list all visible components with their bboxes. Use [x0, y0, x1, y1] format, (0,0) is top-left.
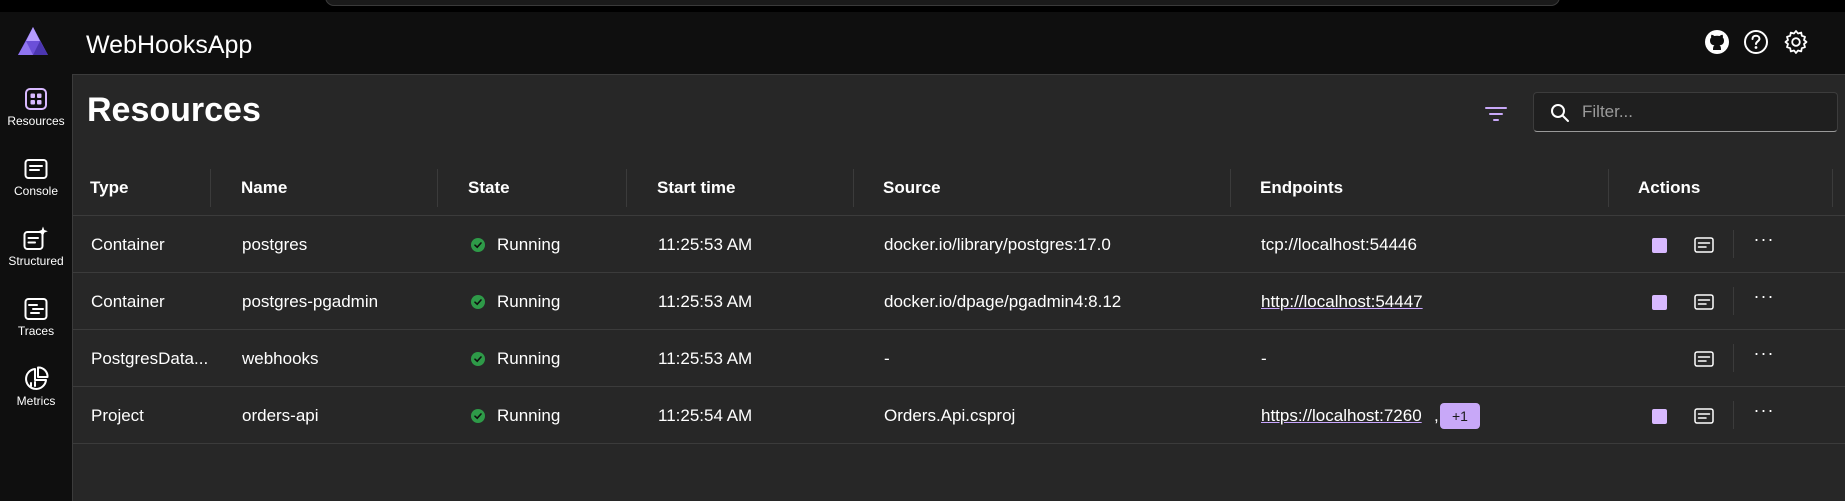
stop-button[interactable]	[1652, 238, 1667, 253]
header-name[interactable]: Name	[241, 178, 287, 198]
metrics-icon	[23, 366, 49, 392]
column-divider[interactable]	[853, 169, 854, 207]
sidebar-item-structured[interactable]: Structured	[0, 214, 72, 282]
console-icon	[23, 156, 49, 182]
cell-state: Running	[497, 349, 561, 368]
settings-icon[interactable]	[1782, 28, 1810, 56]
header-endpoints[interactable]: Endpoints	[1260, 178, 1343, 198]
actions-divider	[1733, 401, 1734, 429]
cell-endpoint: tcp://localhost:54446	[1261, 235, 1417, 254]
filter-icon	[1485, 107, 1507, 121]
cell-source: docker.io/dpage/pgadmin4:8.12	[884, 292, 1122, 311]
more-actions-button[interactable]: ···	[1752, 344, 1776, 368]
console-logs-icon[interactable]	[1694, 293, 1714, 311]
sidebar-item-traces[interactable]: Traces	[0, 284, 72, 352]
cell-name: orders-api	[242, 406, 319, 425]
search-input[interactable]	[1582, 99, 1822, 125]
resources-table: Type Name State Start time Source Endpoi…	[73, 159, 1845, 444]
sidebar-item-label: Resources	[7, 114, 65, 128]
filter-button[interactable]	[1481, 99, 1511, 129]
cell-state: Running	[497, 406, 561, 425]
endpoint-link[interactable]: https://localhost:7260	[1261, 406, 1422, 426]
cell-name: webhooks	[242, 349, 319, 368]
column-divider[interactable]	[437, 169, 438, 207]
more-actions-button[interactable]: ···	[1752, 401, 1776, 425]
stop-button[interactable]	[1652, 409, 1667, 424]
running-status-icon	[471, 295, 485, 309]
cell-type: Container	[91, 292, 165, 311]
table-header: Type Name State Start time Source Endpoi…	[73, 159, 1845, 216]
more-endpoints-badge[interactable]: +1	[1440, 403, 1480, 429]
table-row[interactable]: Container postgres Running 11:25:53 AM d…	[73, 216, 1845, 273]
table-row[interactable]: Container postgres-pgadmin Running 11:25…	[73, 273, 1845, 330]
sidebar-item-label: Structured	[8, 254, 64, 268]
sidebar-item-label: Traces	[17, 324, 55, 338]
sidebar-item-console[interactable]: Console	[0, 144, 72, 212]
header-source[interactable]: Source	[883, 178, 941, 198]
running-status-icon	[471, 352, 485, 366]
cell-type: PostgresData...	[91, 349, 209, 368]
resources-icon	[23, 86, 49, 112]
structured-icon	[23, 226, 49, 252]
cell-type: Container	[91, 235, 165, 254]
help-icon[interactable]	[1742, 28, 1770, 56]
column-divider[interactable]	[626, 169, 627, 207]
table-row[interactable]: PostgresData... webhooks Running 11:25:5…	[73, 330, 1845, 387]
column-divider[interactable]	[1832, 169, 1833, 207]
cell-type: Project	[91, 406, 144, 425]
cell-state: Running	[497, 292, 561, 311]
running-status-icon	[471, 238, 485, 252]
sidebar-item-label: Console	[13, 184, 59, 198]
header-type[interactable]: Type	[90, 178, 128, 198]
browser-strip	[0, 0, 1845, 12]
cell-source: Orders.Api.csproj	[884, 406, 1016, 425]
cell-start-time: 11:25:53 AM	[658, 349, 753, 368]
stop-button[interactable]	[1652, 295, 1667, 310]
cell-start-time: 11:25:54 AM	[658, 406, 753, 425]
sidebar-item-resources[interactable]: Resources	[0, 74, 72, 142]
top-bar: WebHooksApp	[0, 12, 1845, 74]
actions-divider	[1733, 230, 1734, 258]
endpoint-separator: ,	[1434, 406, 1439, 425]
header-state[interactable]: State	[468, 178, 510, 198]
actions-divider	[1733, 344, 1734, 372]
main-panel: Resources Type Name State	[72, 74, 1845, 501]
console-logs-icon[interactable]	[1694, 236, 1714, 254]
table-row[interactable]: Project orders-api Running 11:25:54 AM O…	[73, 387, 1845, 444]
cell-source: docker.io/library/postgres:17.0	[884, 235, 1111, 254]
search-icon	[1551, 104, 1569, 122]
column-divider[interactable]	[1230, 169, 1231, 207]
sidebar-item-label: Metrics	[16, 394, 56, 408]
cell-source: -	[884, 349, 890, 368]
cell-name: postgres-pgadmin	[242, 292, 379, 311]
page-title: Resources	[87, 91, 261, 129]
cell-state: Running	[497, 235, 561, 254]
cell-start-time: 11:25:53 AM	[658, 292, 753, 311]
endpoint-link[interactable]: http://localhost:54447	[1261, 292, 1423, 312]
header-start-time[interactable]: Start time	[657, 178, 735, 198]
github-icon[interactable]	[1703, 28, 1731, 56]
console-logs-icon[interactable]	[1694, 350, 1714, 368]
cell-endpoint: -	[1261, 349, 1267, 368]
actions-divider	[1733, 287, 1734, 315]
column-divider[interactable]	[210, 169, 211, 207]
running-status-icon	[471, 409, 485, 423]
search-box[interactable]	[1533, 92, 1838, 132]
app-title: WebHooksApp	[86, 31, 253, 59]
sidebar-item-metrics[interactable]: Metrics	[0, 354, 72, 422]
traces-icon	[23, 296, 49, 322]
app-window: WebHooksApp Resources Console Structured…	[0, 0, 1845, 501]
header-actions: Actions	[1638, 178, 1701, 197]
cell-name: postgres	[242, 235, 308, 254]
more-actions-button[interactable]: ···	[1752, 287, 1776, 311]
aspire-logo-icon[interactable]	[17, 26, 49, 56]
console-logs-icon[interactable]	[1694, 407, 1714, 425]
sidebar: Resources Console Structured Traces Metr…	[0, 74, 72, 501]
cell-start-time: 11:25:53 AM	[658, 235, 753, 254]
browser-address-bar[interactable]	[325, 0, 1560, 6]
more-actions-button[interactable]: ···	[1752, 230, 1776, 254]
column-divider[interactable]	[1608, 169, 1609, 207]
